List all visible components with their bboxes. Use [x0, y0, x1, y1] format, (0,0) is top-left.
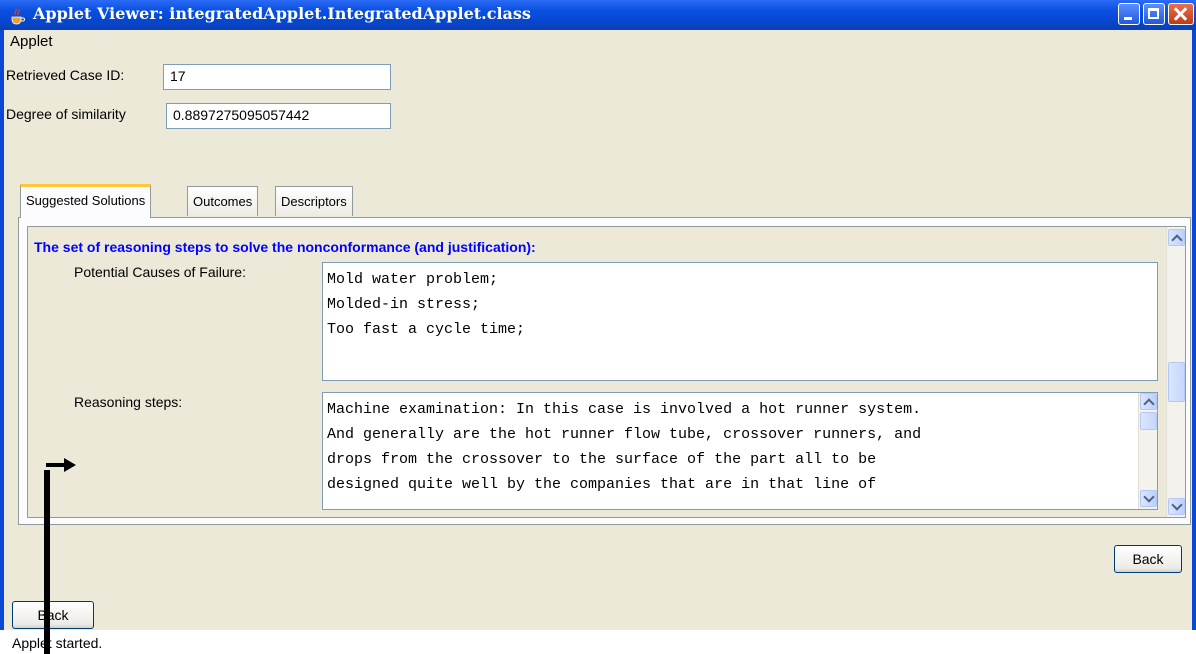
causes-label: Potential Causes of Failure:	[74, 264, 246, 280]
cause-line: Mold water problem;	[327, 271, 499, 288]
panel-back-button[interactable]: Back	[1114, 545, 1182, 573]
annotation-arrow-line	[44, 470, 50, 654]
status-bar: Applet started.	[0, 630, 1196, 654]
scroll-down-icon[interactable]	[1140, 490, 1157, 507]
causes-text-area[interactable]: Mold water problem; Molded-in stress; Too …	[322, 262, 1158, 381]
step-line: And generally are the hot runner flow tu…	[327, 426, 922, 443]
reasoning-steps-scrollbar[interactable]	[1138, 393, 1157, 509]
reasoning-steps-label: Reasoning steps:	[74, 394, 183, 410]
close-button[interactable]	[1168, 3, 1194, 25]
reasoning-steps-text-area[interactable]: Machine examination: In this case is inv…	[322, 392, 1158, 510]
menu-applet[interactable]: Applet	[10, 33, 53, 50]
solutions-scroll-view: The set of reasoning steps to solve the …	[27, 226, 1186, 518]
tab-descriptors[interactable]: Descriptors	[275, 186, 353, 216]
arrow-annotation-icon	[46, 458, 76, 472]
panel-scroll-thumb[interactable]	[1168, 362, 1185, 402]
step-line: Machine examination: In this case is inv…	[327, 401, 922, 418]
reasoning-heading: The set of reasoning steps to solve the …	[34, 239, 536, 255]
reasoning-steps-text: Machine examination: In this case is inv…	[323, 393, 1157, 497]
minimize-button[interactable]	[1118, 3, 1140, 25]
tab-suggested-solutions[interactable]: Suggested Solutions	[20, 184, 152, 218]
bottom-back-button[interactable]: Back	[12, 601, 94, 629]
title-bar[interactable]: Applet Viewer: integratedApplet.Integrat…	[0, 0, 1196, 30]
step-line: drops from the crossover to the surface …	[327, 451, 877, 468]
menu-bar: Applet	[4, 30, 1192, 57]
window-title: Applet Viewer: integratedApplet.Integrat…	[33, 4, 531, 23]
scroll-up-icon[interactable]	[1168, 229, 1185, 246]
applet-client-area: Applet Retrieved Case ID: 17 Degree of s…	[4, 30, 1192, 630]
similarity-field[interactable]: 0.8897275095057442	[166, 103, 391, 129]
scroll-up-icon[interactable]	[1140, 393, 1157, 410]
similarity-label: Degree of similarity	[6, 106, 126, 122]
cause-line: Molded-in stress;	[327, 296, 481, 313]
suggested-solutions-panel: The set of reasoning steps to solve the …	[18, 217, 1191, 525]
maximize-button[interactable]	[1143, 3, 1165, 25]
java-cup-icon	[11, 8, 25, 25]
cause-line: Too fast a cycle time;	[327, 321, 526, 338]
panel-scrollbar[interactable]	[1166, 227, 1185, 517]
step-line: designed quite well by the companies tha…	[327, 476, 877, 493]
window-frame-right	[1192, 30, 1196, 630]
reasoning-scroll-thumb[interactable]	[1140, 412, 1157, 430]
causes-text: Mold water problem; Molded-in stress; Too …	[323, 263, 1157, 342]
status-text: Applet started.	[12, 635, 103, 651]
tab-outcomes[interactable]: Outcomes	[187, 186, 259, 216]
case-id-field[interactable]: 17	[163, 64, 391, 90]
scroll-down-icon[interactable]	[1168, 498, 1185, 515]
case-id-label: Retrieved Case ID:	[6, 67, 125, 83]
